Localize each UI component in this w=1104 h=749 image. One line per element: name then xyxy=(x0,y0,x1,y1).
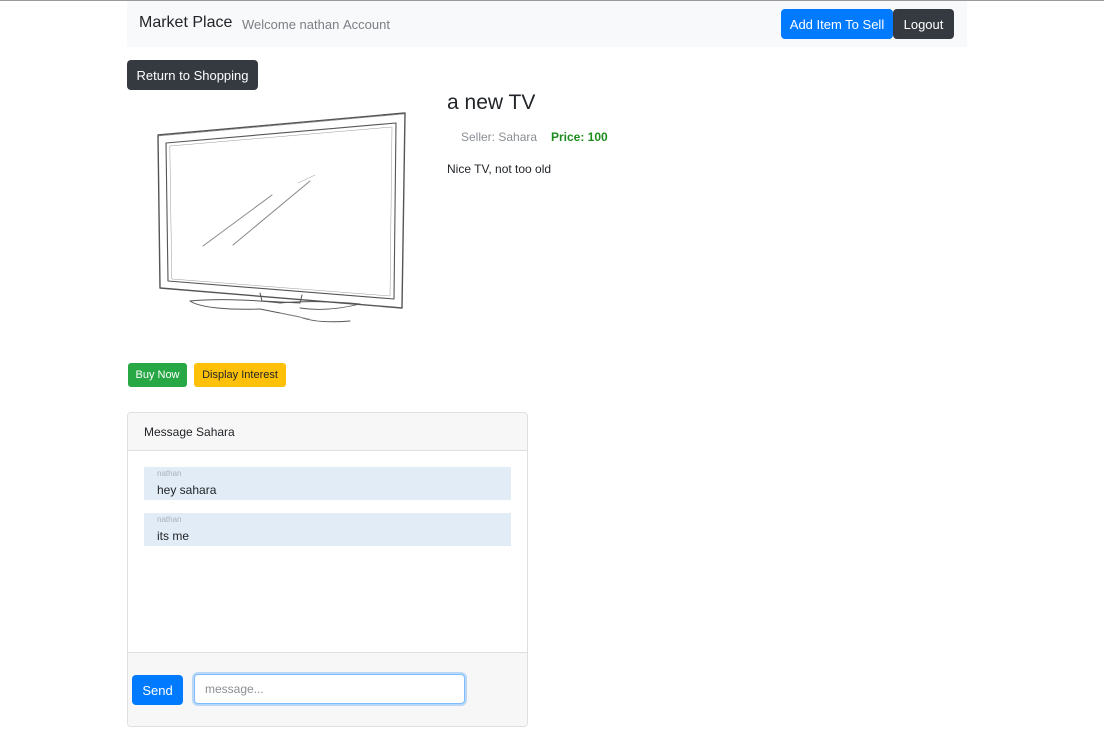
message-author: nathan xyxy=(157,515,182,524)
product-title: a new TV xyxy=(447,91,536,114)
account-link[interactable]: Account xyxy=(343,17,390,32)
message-card: Message Sahara nathan hey sahara nathan … xyxy=(127,412,528,727)
send-button[interactable]: Send xyxy=(132,675,183,705)
message-card-footer: Send xyxy=(128,652,527,726)
tv-sketch-image xyxy=(150,103,412,331)
buy-now-button[interactable]: Buy Now xyxy=(128,363,187,387)
price-label: Price: 100 xyxy=(551,130,608,144)
message-input[interactable] xyxy=(194,674,465,704)
message-text: hey sahara xyxy=(157,483,217,497)
message-item: nathan its me xyxy=(144,513,511,546)
brand-link[interactable]: Market Place xyxy=(139,14,232,32)
message-item: nathan hey sahara xyxy=(144,467,511,500)
logout-button[interactable]: Logout xyxy=(893,9,954,39)
add-item-button[interactable]: Add Item To Sell xyxy=(781,9,893,39)
return-to-shopping-button[interactable]: Return to Shopping xyxy=(127,60,258,90)
welcome-link[interactable]: Welcome nathan xyxy=(242,17,339,32)
message-card-header: Message Sahara xyxy=(128,413,527,451)
navbar: Market Place Welcome nathan Account Add … xyxy=(127,1,967,47)
display-interest-button[interactable]: Display Interest xyxy=(194,363,286,387)
message-text: its me xyxy=(157,529,190,543)
message-author: nathan xyxy=(157,469,182,478)
seller-label: Seller: Sahara xyxy=(461,130,538,144)
message-card-title: Message Sahara xyxy=(144,425,235,439)
product-description: Nice TV, not too old xyxy=(447,162,552,176)
